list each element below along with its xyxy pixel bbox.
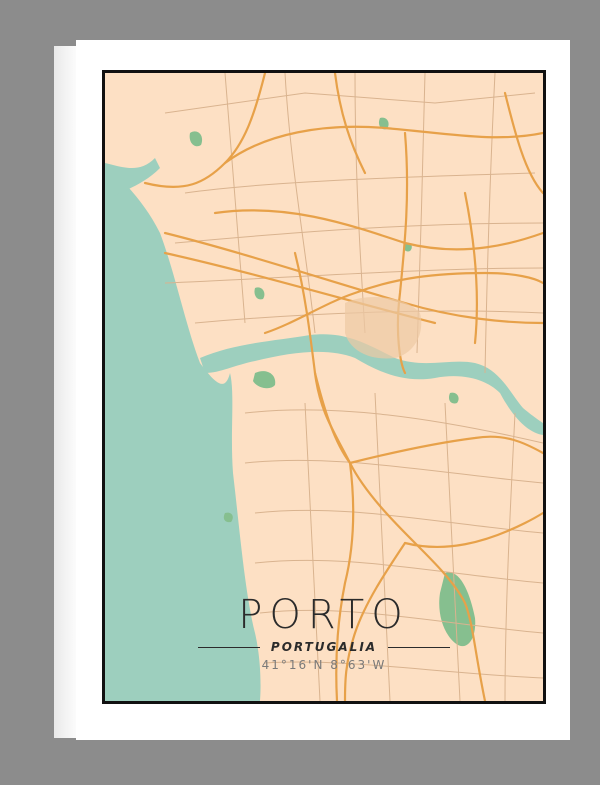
- coordinates-label: 41°16'N 8°63'W: [261, 658, 387, 672]
- title-block: PORTO PORTUGALIA 41°16'N 8°63'W: [102, 592, 546, 672]
- city-title: PORTO: [238, 592, 410, 638]
- country-row: PORTUGALIA: [102, 638, 546, 656]
- rule-right: [388, 647, 450, 648]
- country-label: PORTUGALIA: [270, 640, 378, 654]
- city-centre: [345, 297, 422, 359]
- rule-left: [198, 647, 260, 648]
